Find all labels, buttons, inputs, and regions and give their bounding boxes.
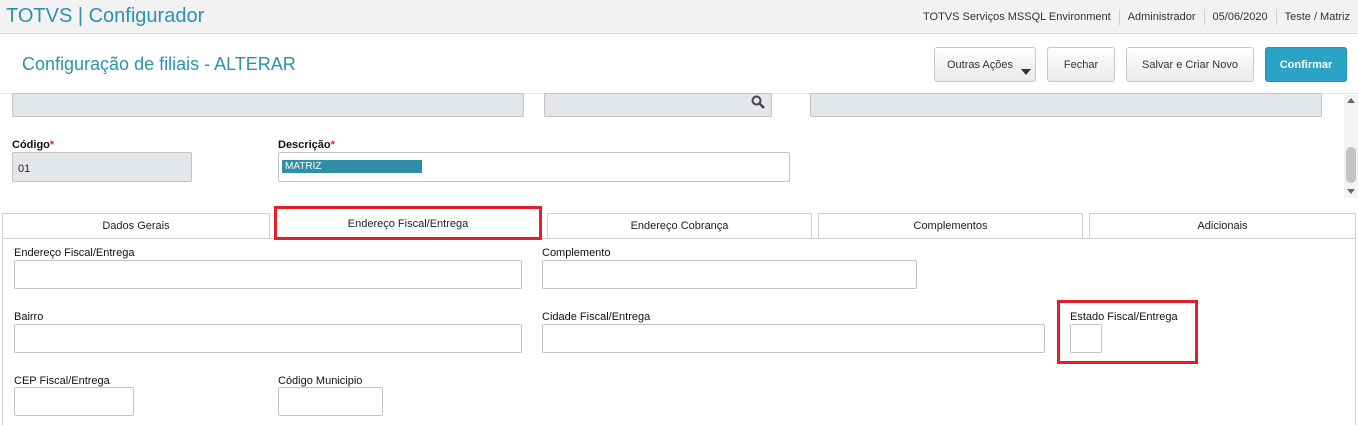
codigo-label: Código* — [12, 139, 54, 151]
top-bar: TOTVS | Configurador TOTVS Serviços MSSQ… — [0, 0, 1358, 34]
scroll-thumb[interactable] — [1346, 147, 1356, 183]
app-brand: TOTVS | Configurador — [6, 5, 205, 27]
top-field-1[interactable] — [12, 93, 524, 117]
endereco-field[interactable] — [14, 260, 522, 289]
page-header: Configuração de filiais - ALTERAR Outras… — [0, 34, 1358, 94]
tab-adicionais[interactable]: Adicionais — [1089, 213, 1356, 238]
descricao-label: Descrição* — [278, 139, 335, 151]
confirm-button[interactable]: Confirmar — [1265, 47, 1347, 82]
user-label[interactable]: Administrador — [1118, 9, 1204, 25]
scroll-up-icon[interactable] — [1347, 98, 1355, 103]
complemento-label: Complemento — [542, 247, 611, 259]
search-icon[interactable] — [751, 95, 765, 109]
other-actions-label: Outras Ações — [946, 58, 1014, 71]
bairro-field[interactable] — [14, 324, 522, 353]
status-bar: TOTVS Serviços MSSQL Environment Adminis… — [915, 0, 1358, 34]
descricao-label-text: Descrição — [278, 139, 331, 151]
scroll-down-icon[interactable] — [1347, 189, 1355, 194]
environment-label[interactable]: TOTVS Serviços MSSQL Environment — [915, 9, 1119, 25]
date-label[interactable]: 05/06/2020 — [1203, 9, 1276, 25]
required-mark: * — [49, 139, 55, 151]
tab-dados-gerais[interactable]: Dados Gerais — [2, 213, 270, 238]
tab-endereco-cobranca[interactable]: Endereço Cobrança — [547, 213, 812, 238]
cidade-label: Cidade Fiscal/Entrega — [542, 311, 651, 323]
close-button[interactable]: Fechar — [1047, 47, 1115, 82]
bairro-label: Bairro — [14, 311, 44, 323]
tab-complementos[interactable]: Complementos — [818, 213, 1083, 238]
other-actions-button[interactable]: Outras Ações — [934, 47, 1036, 82]
vertical-scrollbar[interactable] — [1344, 95, 1358, 198]
codigo-field[interactable]: 01 — [12, 152, 192, 182]
required-mark: * — [330, 139, 335, 151]
caret-down-icon — [1021, 69, 1031, 75]
cep-field[interactable] — [14, 387, 134, 416]
codigo-value: 01 — [18, 163, 31, 175]
municipio-field[interactable] — [278, 387, 383, 416]
cidade-field[interactable] — [542, 324, 1045, 353]
branch-label[interactable]: Teste / Matriz — [1275, 9, 1358, 25]
cep-label: CEP Fiscal/Entrega — [14, 375, 110, 387]
top-field-2[interactable] — [544, 93, 772, 117]
endereco-label: Endereço Fiscal/Entrega — [14, 247, 135, 259]
descricao-field[interactable]: MATRIZ — [278, 152, 790, 182]
top-field-3[interactable] — [810, 93, 1322, 117]
descricao-value: MATRIZ — [282, 160, 422, 173]
municipio-label: Código Municipio — [278, 375, 363, 387]
highlight-box-tab — [274, 206, 542, 240]
save-and-new-button[interactable]: Salvar e Criar Novo — [1126, 47, 1254, 82]
complemento-field[interactable] — [542, 260, 917, 289]
highlight-box-estado — [1057, 300, 1198, 364]
page-title: Configuração de filiais - ALTERAR — [22, 54, 296, 74]
codigo-label-text: Código — [12, 139, 50, 151]
